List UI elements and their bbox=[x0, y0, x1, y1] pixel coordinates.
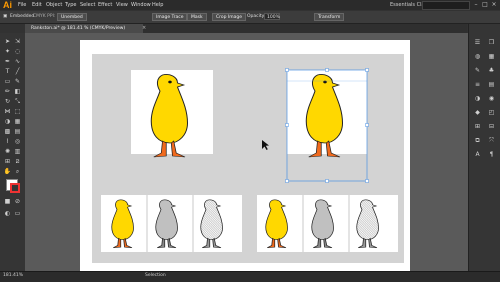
status-bar bbox=[0, 271, 500, 282]
status-mode: Selection bbox=[145, 273, 166, 278]
zoom-level[interactable]: 181.41% bbox=[3, 273, 23, 279]
cursor-icon bbox=[262, 140, 269, 150]
artwork bbox=[101, 68, 398, 252]
